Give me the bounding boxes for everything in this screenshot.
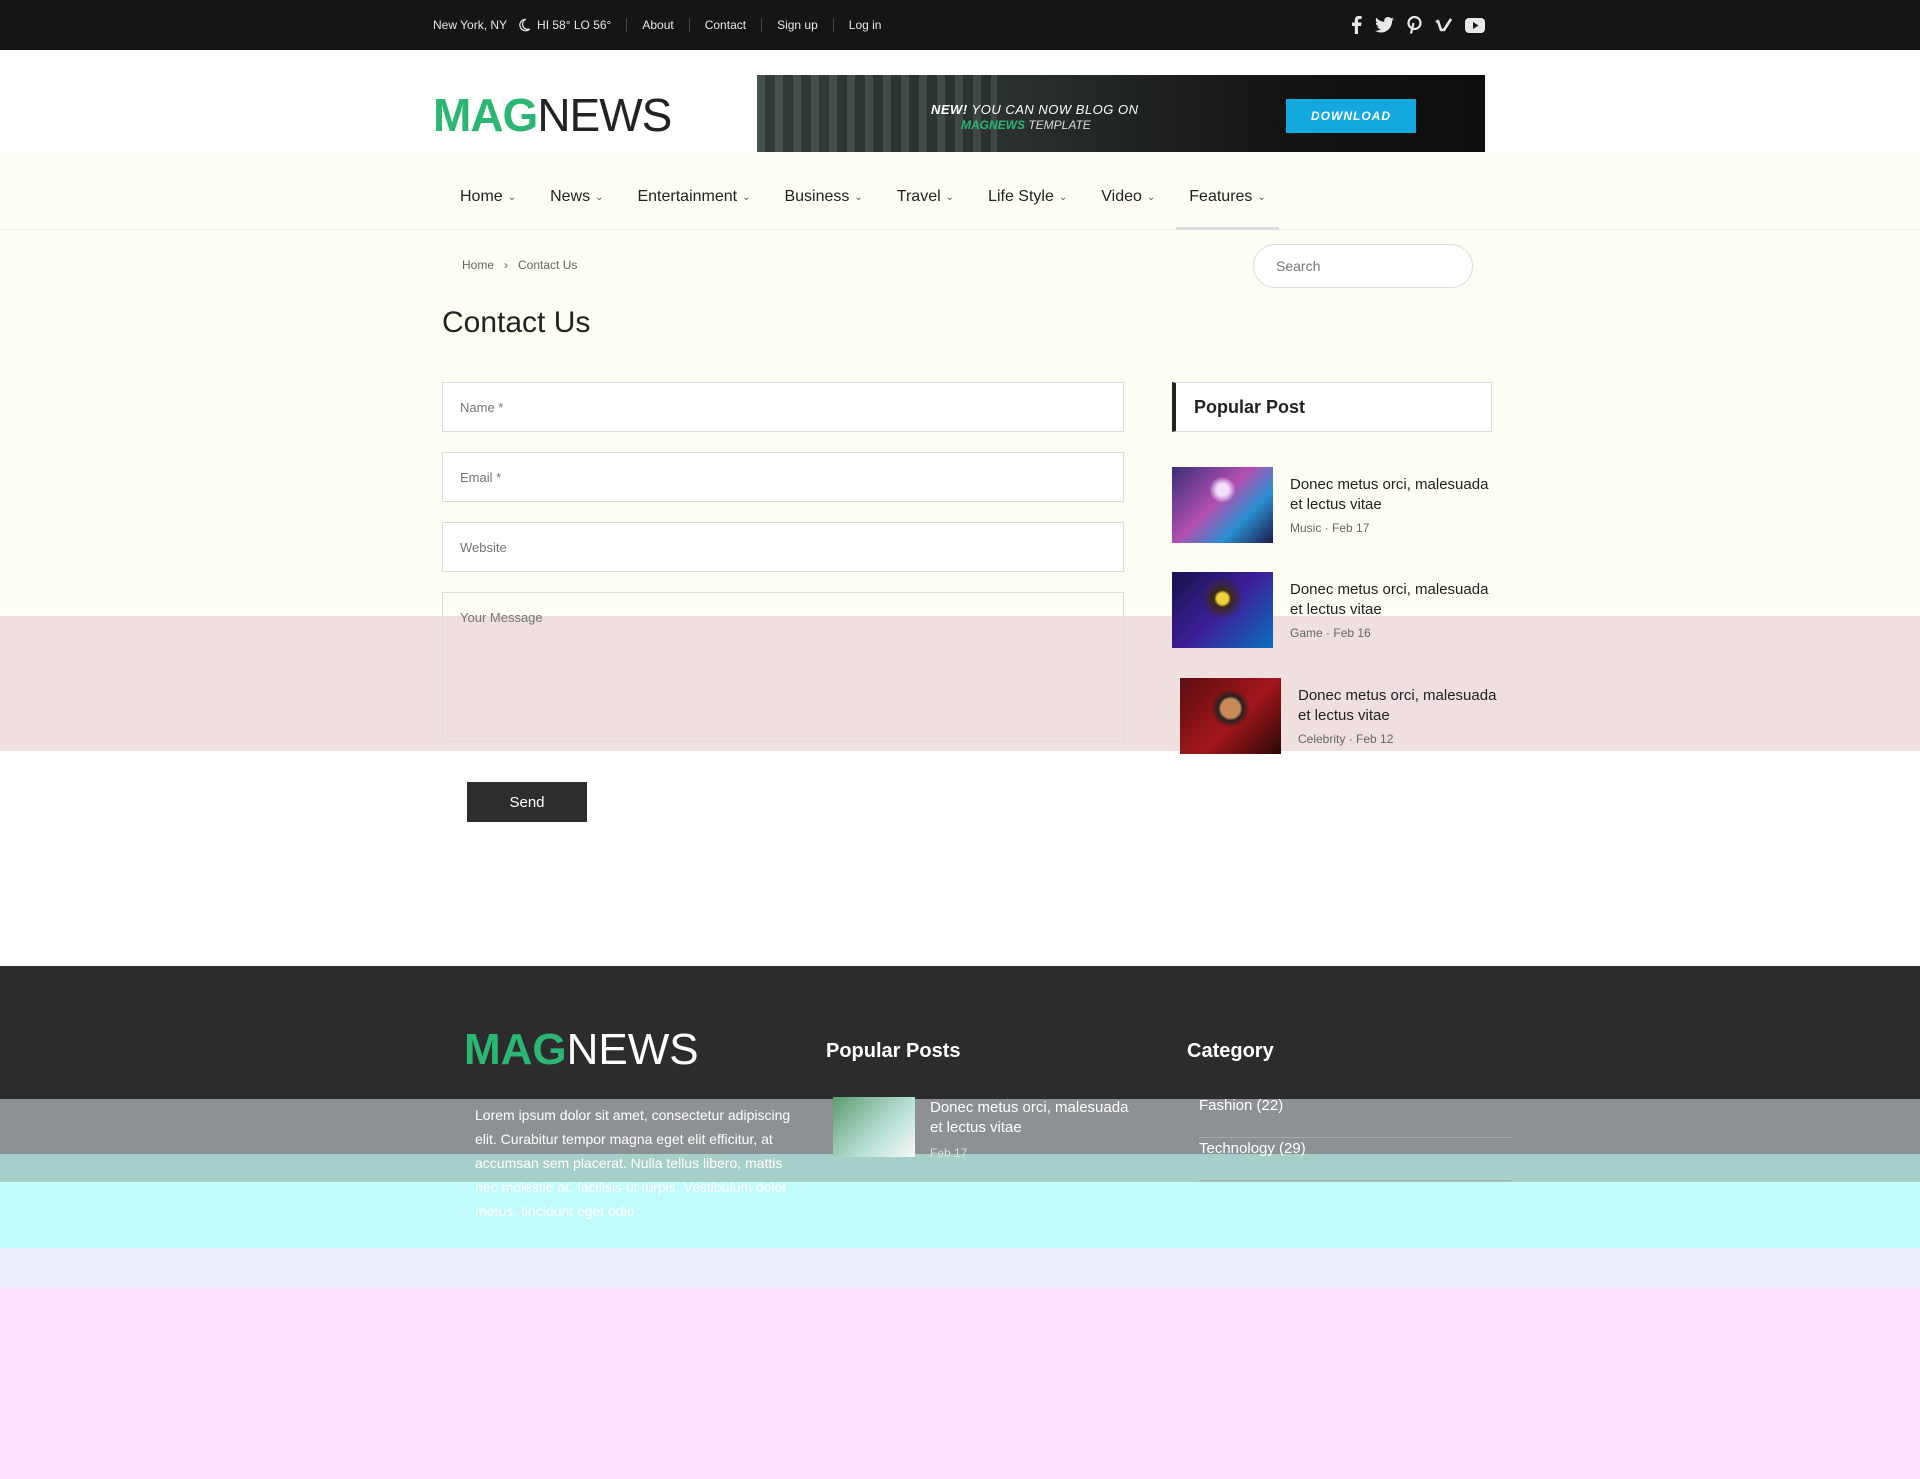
send-button[interactable]: Send [467,782,587,822]
logo-news-text: NEWS [537,89,672,141]
footer-popular-heading: Popular Posts [826,1040,961,1062]
chevron-down-icon: ⌄ [854,191,863,203]
youtube-icon[interactable] [1465,17,1485,33]
chevron-down-icon: ⌄ [1146,191,1156,203]
search-input[interactable] [1276,258,1457,274]
footer-post-title[interactable]: Donec metus orci, malesuada et lectus vi… [930,1098,1140,1138]
location-text: New York, NY [433,18,508,32]
footer-category-item[interactable]: Fashion (22) [1199,1096,1511,1138]
post-thumbnail-neon-gamer[interactable] [1172,572,1273,648]
nav-home[interactable]: Home ⌄ [447,180,529,226]
footer-logo-mag-text: MAG [464,1025,567,1074]
post-meta: Game · Feb 16 [1290,626,1371,640]
footer-post-date: Feb 17 [930,1146,968,1160]
moon-icon [519,18,531,32]
popular-post-heading: Popular Post [1172,382,1492,432]
chevron-down-icon: ⌄ [595,191,604,203]
post-meta: Celebrity · Feb 12 [1298,732,1394,746]
footer-band [0,1288,1920,1479]
pinterest-icon[interactable] [1407,16,1422,34]
logo-mag-text: MAG [433,89,538,141]
website-field[interactable] [443,523,1123,571]
top-link-about[interactable]: About [642,18,673,32]
chevron-down-icon: ⌄ [742,191,751,203]
top-link-login[interactable]: Log in [849,18,882,32]
name-field-wrap [442,382,1124,432]
banner-headline: NEW! YOU CAN NOW BLOG ON [931,102,1139,117]
post-meta: Music · Feb 17 [1290,521,1370,535]
name-field[interactable] [443,383,1123,431]
chevron-down-icon: ⌄ [945,191,955,203]
breadcrumb-current: Contact Us [518,258,578,272]
message-field-wrap [442,592,1124,742]
footer-post-thumbnail[interactable] [833,1097,915,1157]
website-field-wrap [442,522,1124,572]
nav-life-style[interactable]: Life Style ⌄ [975,180,1080,226]
top-link-contact[interactable]: Contact [705,18,746,32]
footer [0,966,1920,1099]
popular-post-item[interactable]: Donec metus orci, malesuada et lectus vi… [1172,467,1502,543]
popular-post-item[interactable]: Donec metus orci, malesuada et lectus vi… [1180,678,1510,754]
chevron-down-icon: ⌄ [1058,191,1068,203]
nav-travel[interactable]: Travel ⌄ [884,180,967,226]
vimeo-icon[interactable] [1435,17,1452,33]
main-nav: Home ⌄ News ⌄ Entertainment ⌄ Business ⌄ Tra… [447,180,1287,230]
footer-logo-news-text: NEWS [566,1025,699,1074]
footer-band [0,1182,1920,1248]
site-logo[interactable]: MAGNEWS [433,89,672,141]
post-thumbnail-celebrity[interactable] [1180,678,1281,754]
breadcrumb: Home › Contact Us [462,258,577,272]
nav-business[interactable]: Business ⌄ [771,180,875,226]
social-links [1351,16,1485,34]
footer-category-heading: Category [1187,1040,1274,1062]
footer-about-text: Lorem ipsum dolor sit amet, consectetur … [475,1107,791,1219]
popular-post-item[interactable]: Donec metus orci, malesuada et lectus vi… [1172,572,1502,648]
post-title[interactable]: Donec metus orci, malesuada et lectus vi… [1290,580,1500,620]
top-link-signup[interactable]: Sign up [777,18,818,32]
nav-video[interactable]: Video ⌄ [1088,180,1168,226]
page-title: Contact Us [442,306,591,339]
email-field-wrap [442,452,1124,502]
footer-band [0,1248,1920,1288]
footer-logo[interactable]: MAGNEWS [464,1028,699,1072]
footer-category-item[interactable]: Technology (29) [1199,1139,1511,1181]
post-thumbnail-concert[interactable] [1172,467,1273,543]
nav-features[interactable]: Features ⌄ [1176,180,1279,230]
top-bar: New York, NY HI 58° LO 56° About Contact… [0,0,1920,50]
nav-entertainment[interactable]: Entertainment ⌄ [624,180,763,226]
twitter-icon[interactable] [1375,17,1394,33]
nav-news[interactable]: News ⌄ [537,180,616,226]
message-field[interactable] [443,593,1123,741]
post-title[interactable]: Donec metus orci, malesuada et lectus vi… [1298,686,1508,726]
weather-text: HI 58° LO 56° [537,18,612,32]
chevron-down-icon: ⌄ [1257,191,1266,203]
breadcrumb-home[interactable]: Home [462,258,494,272]
banner-subline: MAGNEWS TEMPLATE [961,118,1091,132]
email-field[interactable] [443,453,1123,501]
facebook-icon[interactable] [1351,16,1362,34]
banner-download-button[interactable]: DOWNLOAD [1286,99,1416,133]
breadcrumb-separator-icon: › [504,258,509,272]
chevron-down-icon: ⌄ [507,191,517,203]
post-title[interactable]: Donec metus orci, malesuada et lectus vi… [1290,475,1500,515]
search-box [1253,244,1473,288]
